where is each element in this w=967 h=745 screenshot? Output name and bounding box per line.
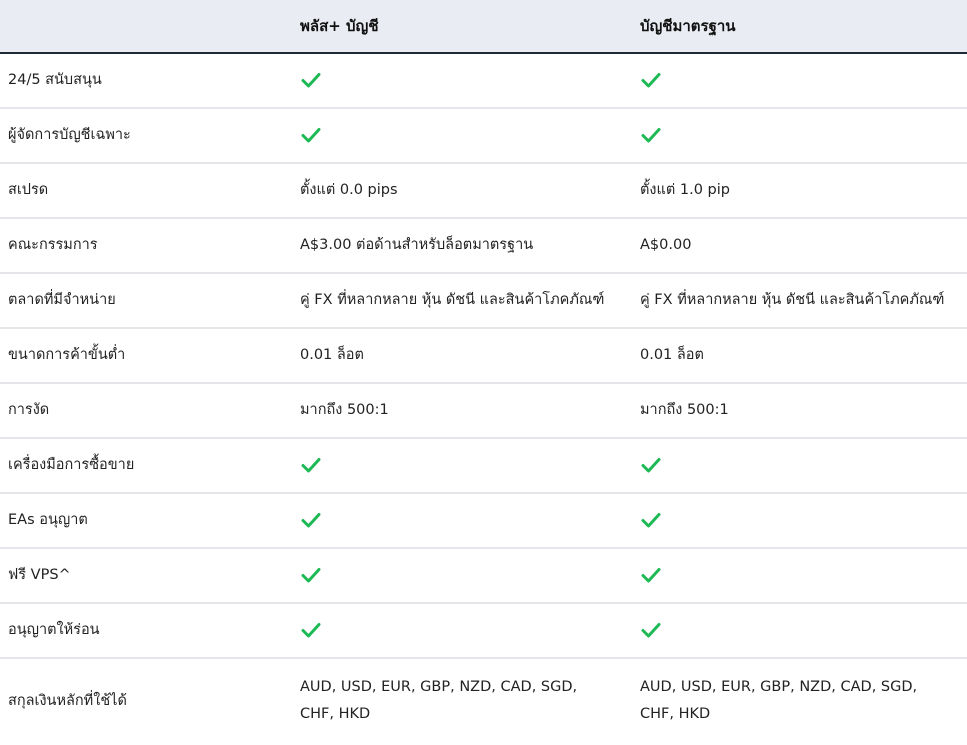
table-row: เครื่องมือการซื้อขาย xyxy=(0,438,967,494)
checkmark-icon xyxy=(640,124,662,146)
table-row: สเปรด ตั้งแต่ 0.0 pips ตั้งแต่ 1.0 pip xyxy=(0,163,967,219)
checkmark-icon xyxy=(300,564,322,586)
standard-account-value xyxy=(628,53,967,109)
standard-account-value xyxy=(628,603,967,659)
checkmark-icon xyxy=(300,619,322,641)
checkmark-icon xyxy=(640,619,662,641)
table-header: พลัส+ บัญชี บัญชีมาตรฐาน xyxy=(0,0,967,54)
standard-account-value: A$0.00 xyxy=(628,218,967,274)
plus-account-value: 0.01 ล็อต xyxy=(288,328,628,384)
table-row: การงัด มากถึง 500:1 มากถึง 500:1 xyxy=(0,383,967,439)
table-row: ตลาดที่มีจำหน่าย คู่ FX ที่หลากหลาย หุ้น … xyxy=(0,273,967,329)
standard-account-value xyxy=(628,548,967,604)
feature-label: เครื่องมือการซื้อขาย xyxy=(0,438,288,494)
standard-account-value: มากถึง 500:1 xyxy=(628,383,967,439)
standard-account-value: ตั้งแต่ 1.0 pip xyxy=(628,163,967,219)
table-row: EAs อนุญาต xyxy=(0,493,967,549)
plus-account-value: AUD, USD, EUR, GBP, NZD, CAD, SGD, CHF, … xyxy=(300,679,578,722)
header-row: พลัส+ บัญชี บัญชีมาตรฐาน xyxy=(0,0,967,54)
plus-account-value xyxy=(288,548,628,604)
plus-account-value: A$3.00 ต่อด้านสำหรับล็อตมาตรฐาน xyxy=(288,218,628,274)
feature-label: ผู้จัดการบัญชีเฉพาะ xyxy=(0,108,288,164)
header-feature xyxy=(0,0,288,54)
header-standard-account: บัญชีมาตรฐาน xyxy=(628,0,967,54)
standard-account-value xyxy=(628,493,967,549)
feature-label: ตลาดที่มีจำหน่าย xyxy=(0,273,288,329)
table-row: อนุญาตให้ร่อน xyxy=(0,603,967,659)
standard-account-value xyxy=(628,108,967,164)
plus-account-value: คู่ FX ที่หลากหลาย หุ้น ดัชนี และสินค้าโ… xyxy=(288,273,628,329)
feature-label: อนุญาตให้ร่อน xyxy=(0,603,288,659)
checkmark-icon xyxy=(640,564,662,586)
checkmark-icon xyxy=(640,454,662,476)
feature-label: EAs อนุญาต xyxy=(0,493,288,549)
plus-account-value xyxy=(288,108,628,164)
checkmark-icon xyxy=(300,69,322,91)
table-row: 24/5 สนับสนุน xyxy=(0,53,967,109)
plus-account-value: มากถึง 500:1 xyxy=(288,383,628,439)
feature-label: การงัด xyxy=(0,383,288,439)
standard-account-value: 0.01 ล็อต xyxy=(628,328,967,384)
plus-account-value: ตั้งแต่ 0.0 pips xyxy=(288,163,628,219)
standard-account-value: AUD, USD, EUR, GBP, NZD, CAD, SGD, CHF, … xyxy=(640,679,918,722)
table-body: 24/5 สนับสนุน ผู้จัดการบัญชีเฉพาะ สเปรด ตั้… xyxy=(0,53,967,743)
checkmark-icon xyxy=(300,454,322,476)
standard-account-value: คู่ FX ที่หลากหลาย หุ้น ดัชนี และสินค้าโ… xyxy=(628,273,967,329)
checkmark-icon xyxy=(300,124,322,146)
table-row: คณะกรรมการ A$3.00 ต่อด้านสำหรับล็อตมาตรฐา… xyxy=(0,218,967,274)
plus-account-value xyxy=(288,493,628,549)
feature-label: ฟรี VPS^ xyxy=(0,548,288,604)
header-plus-account: พลัส+ บัญชี xyxy=(288,0,628,54)
feature-label: ขนาดการค้าขั้นต่ำ xyxy=(0,328,288,384)
table-row: ขนาดการค้าขั้นต่ำ 0.01 ล็อต 0.01 ล็อต xyxy=(0,328,967,384)
table-row: ผู้จัดการบัญชีเฉพาะ xyxy=(0,108,967,164)
feature-label: คณะกรรมการ xyxy=(0,218,288,274)
plus-account-value xyxy=(288,53,628,109)
table-row: สกุลเงินหลักที่ใช้ได้ AUD, USD, EUR, GBP,… xyxy=(0,658,967,743)
plus-account-value xyxy=(288,438,628,494)
account-comparison-table: พลัส+ บัญชี บัญชีมาตรฐาน 24/5 สนับสนุน ผู… xyxy=(0,0,967,743)
checkmark-icon xyxy=(300,509,322,531)
plus-account-value xyxy=(288,603,628,659)
checkmark-icon xyxy=(640,509,662,531)
table-row: ฟรี VPS^ xyxy=(0,548,967,604)
feature-label: สเปรด xyxy=(0,163,288,219)
standard-account-value xyxy=(628,438,967,494)
feature-label: 24/5 สนับสนุน xyxy=(0,53,288,109)
feature-label: สกุลเงินหลักที่ใช้ได้ xyxy=(8,692,127,709)
checkmark-icon xyxy=(640,69,662,91)
